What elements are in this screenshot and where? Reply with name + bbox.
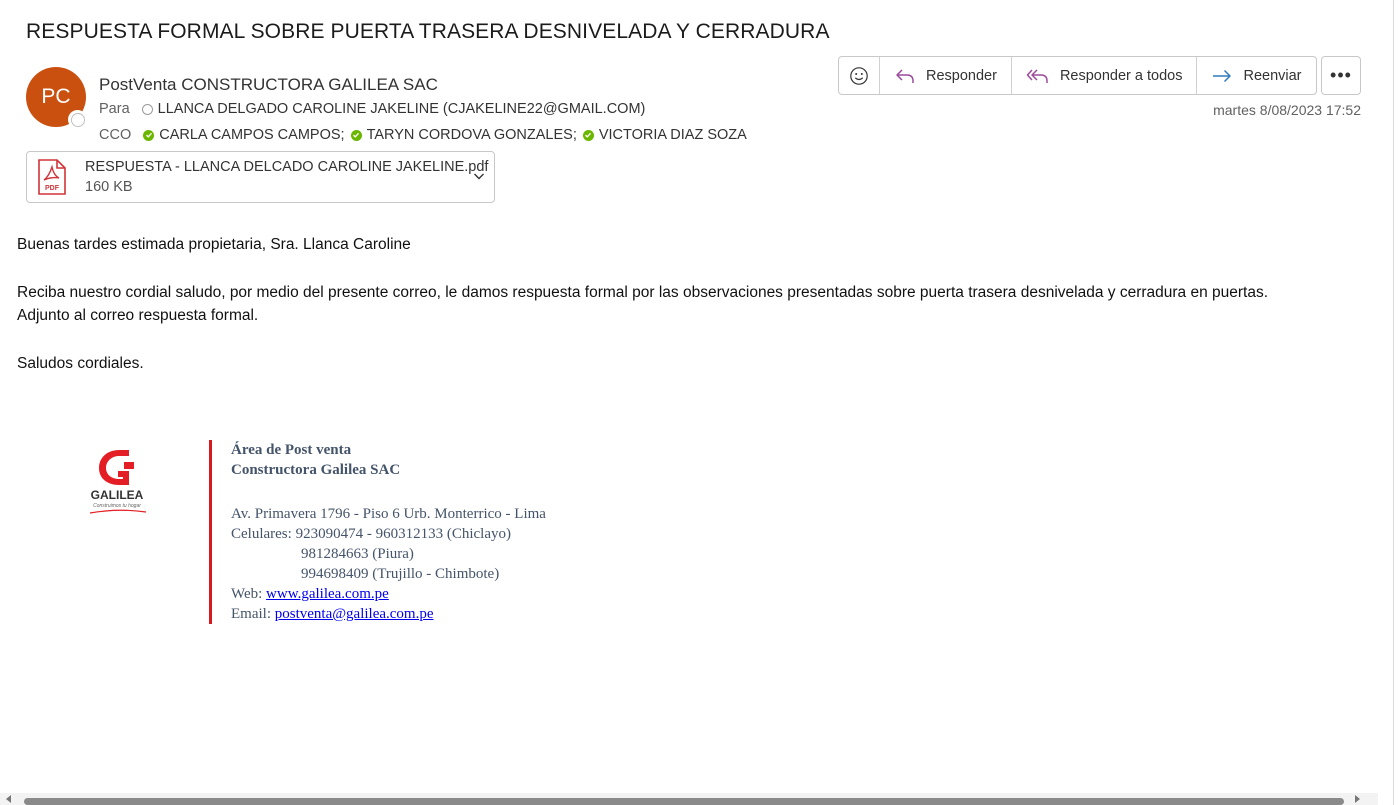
message-body: Buenas tardes estimada propietaria, Sra.… [17,233,1347,375]
signature-phones-row: Celulares: 923090474 - 960312133 (Chicla… [231,524,546,544]
web-label: Web: [231,586,263,602]
phones-label: Celulares: [231,526,292,542]
verified-check-icon [143,129,155,141]
verified-check-icon [350,129,362,141]
attachment-name: RESPUESTA - LLANCA DELCADO CAROLINE JAKE… [85,159,489,175]
forward-arrow-icon [1213,69,1232,82]
website-link[interactable]: www.galilea.com.pe [266,586,389,602]
recipient-name: TARYN CORDOVA GONZALES; [366,127,577,143]
signature-address: Av. Primavera 1796 - Piso 6 Urb. Monterr… [231,506,546,522]
reaction-button[interactable] [839,57,880,94]
to-row: Para LLANCA DELGADO CAROLINE JAKELINE (C… [99,101,645,117]
scroll-right-icon[interactable] [1355,795,1360,803]
unknown-status-icon [141,103,153,115]
to-label: Para [99,101,130,117]
signature-web-row: Web: www.galilea.com.pe [231,584,546,604]
signature-department: Área de Post venta [231,442,352,458]
email-signature: Área de Post venta Constructora Galilea … [231,440,546,624]
more-actions-button[interactable]: ••• [1321,56,1361,95]
logo-tagline: Construimos tu hogar [93,503,141,509]
email-link[interactable]: postventa@galilea.com.pe [275,606,434,622]
cc-label: CCO [99,127,132,143]
signature-email-row: Email: postventa@galilea.com.pe [231,604,546,624]
logo-text: GALILEA [91,488,144,502]
recipient-name: CARLA CAMPOS CAMPOS; [159,127,345,143]
cc-row: CCO CARLA CAMPOS CAMPOS; TARYN CORDOVA G… [99,127,747,143]
chevron-down-icon[interactable] [472,169,486,183]
greeting-text: Buenas tardes estimada propietaria, Sra.… [17,236,411,253]
pdf-file-icon: PDF [38,159,66,195]
signature-divider [209,440,212,624]
pane-border [1393,0,1394,805]
signature-company: Constructora Galilea SAC [231,462,401,478]
closing-text: Saludos cordiales. [17,354,144,372]
phone-number: 981284663 (Piura) [301,546,414,562]
reply-icon [896,68,914,83]
recipient-name: LLANCA DELGADO CAROLINE JAKELINE (CJAKEL… [157,101,646,117]
recipient-cc[interactable]: TARYN CORDOVA GONZALES; [350,127,577,143]
reply-all-button[interactable]: Responder a todos [1012,57,1198,94]
attachment-info: RESPUESTA - LLANCA DELCADO CAROLINE JAKE… [85,157,488,197]
phone-number: 994698409 (Trujillo - Chimbote) [301,566,500,582]
reply-all-label: Responder a todos [1059,67,1183,84]
sender-name[interactable]: PostVenta CONSTRUCTORA GALILEA SAC [99,75,438,95]
forward-label: Reenviar [1243,67,1302,84]
horizontal-scrollbar[interactable] [0,793,1378,805]
forward-button[interactable]: Reenviar [1197,57,1315,94]
recipient-name: VICTORIA DIAZ SOZA [598,127,747,143]
smiley-icon [850,66,868,85]
recipient-to[interactable]: LLANCA DELGADO CAROLINE JAKELINE (CJAKEL… [141,101,646,117]
email-label: Email: [231,606,271,622]
scroll-left-icon[interactable] [6,795,11,803]
verified-check-icon [582,129,594,141]
reply-button[interactable]: Responder [880,57,1012,94]
attachment-size: 160 KB [85,179,133,195]
message-actions-toolbar: Responder Responder a todos Reenviar [838,56,1317,95]
body-paragraph: Adjunto al correo respuesta formal. [17,307,259,324]
recipient-cc[interactable]: CARLA CAMPOS CAMPOS; [143,127,345,143]
attachment-card[interactable]: PDF RESPUESTA - LLANCA DELCADO CAROLINE … [26,151,495,203]
body-paragraph: Reciba nuestro cordial saludo, por medio… [17,283,1269,301]
recipient-cc[interactable]: VICTORIA DIAZ SOZA [582,127,747,143]
phone-number: 923090474 - 960312133 (Chiclayo) [295,526,511,542]
reply-label: Responder [926,67,997,84]
pdf-icon-label: PDF [45,185,60,192]
galilea-logo: GALILEA Construimos tu hogar [89,450,147,514]
reply-all-icon [1026,68,1048,83]
email-subject: RESPUESTA FORMAL SOBRE PUERTA TRASERA DE… [26,20,830,43]
sent-date: martes 8/08/2023 17:52 [1213,102,1361,118]
scrollbar-thumb[interactable] [24,798,1344,805]
presence-status-icon [68,110,87,129]
